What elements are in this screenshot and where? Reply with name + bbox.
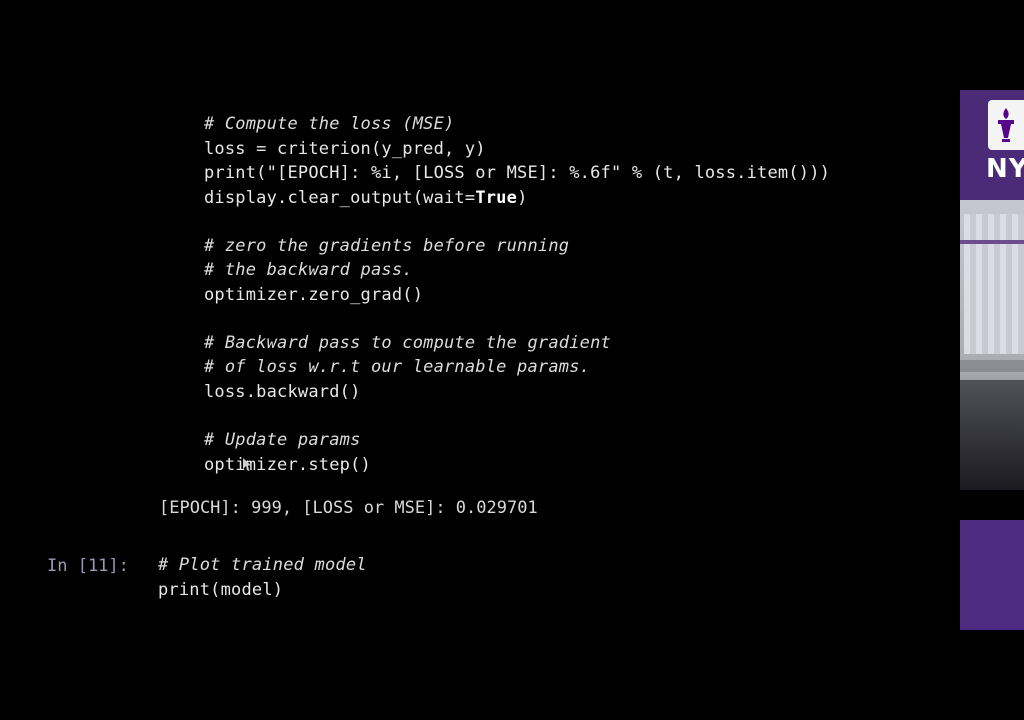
code-line-6[interactable]: # zero the gradients before running <box>204 236 569 256</box>
cell-output: [EPOCH]: 999, [LOSS or MSE]: 0.029701 <box>159 498 538 518</box>
code-line-8[interactable]: optimizer.zero_grad() <box>204 285 423 305</box>
purple-slide-panel <box>960 520 1024 630</box>
lecture-video-overlay: NY <box>960 90 1024 630</box>
code-line-4-suffix: ) <box>517 188 528 208</box>
lecture-room-video <box>960 200 1024 490</box>
code-keyword-true: True <box>475 188 518 208</box>
room-shelf <box>960 360 1024 372</box>
code-line-2[interactable]: loss = criterion(y_pred, y) <box>204 139 486 159</box>
code-line-10[interactable]: # Backward pass to compute the gradient <box>204 333 611 353</box>
code-line-4[interactable]: display.clear_output(wait=True) <box>204 188 528 208</box>
code-line-7[interactable]: # the backward pass. <box>204 260 413 280</box>
next-cell-line-2[interactable]: print(model) <box>158 580 283 600</box>
notebook-view: # Compute the loss (MSE) loss = criterio… <box>0 100 958 630</box>
nyu-logo: NY <box>960 90 1024 200</box>
torch-icon <box>988 100 1024 150</box>
code-line-14[interactable]: # Update params <box>204 430 361 450</box>
video-divider <box>960 490 1024 520</box>
text-cursor-icon <box>243 458 251 471</box>
code-line-12[interactable]: loss.backward() <box>204 382 361 402</box>
code-line-1[interactable]: # Compute the loss (MSE) <box>204 114 454 134</box>
room-lower <box>960 380 1024 490</box>
cell-prompt: In [11]: <box>47 556 129 576</box>
code-line-11[interactable]: # of loss w.r.t our learnable params. <box>204 357 590 377</box>
nyu-logo-text: NY <box>986 154 1024 184</box>
room-stripe <box>960 240 1024 244</box>
code-line-4-text: display.clear_output(wait= <box>204 188 476 208</box>
code-line-3[interactable]: print("[EPOCH]: %i, [LOSS or MSE]: %.6f"… <box>204 163 830 183</box>
room-window <box>964 214 1024 354</box>
next-cell-line-1[interactable]: # Plot trained model <box>158 555 367 575</box>
code-line-15[interactable]: optimizer.step() <box>204 455 371 475</box>
screen: # Compute the loss (MSE) loss = criterio… <box>0 0 1024 720</box>
